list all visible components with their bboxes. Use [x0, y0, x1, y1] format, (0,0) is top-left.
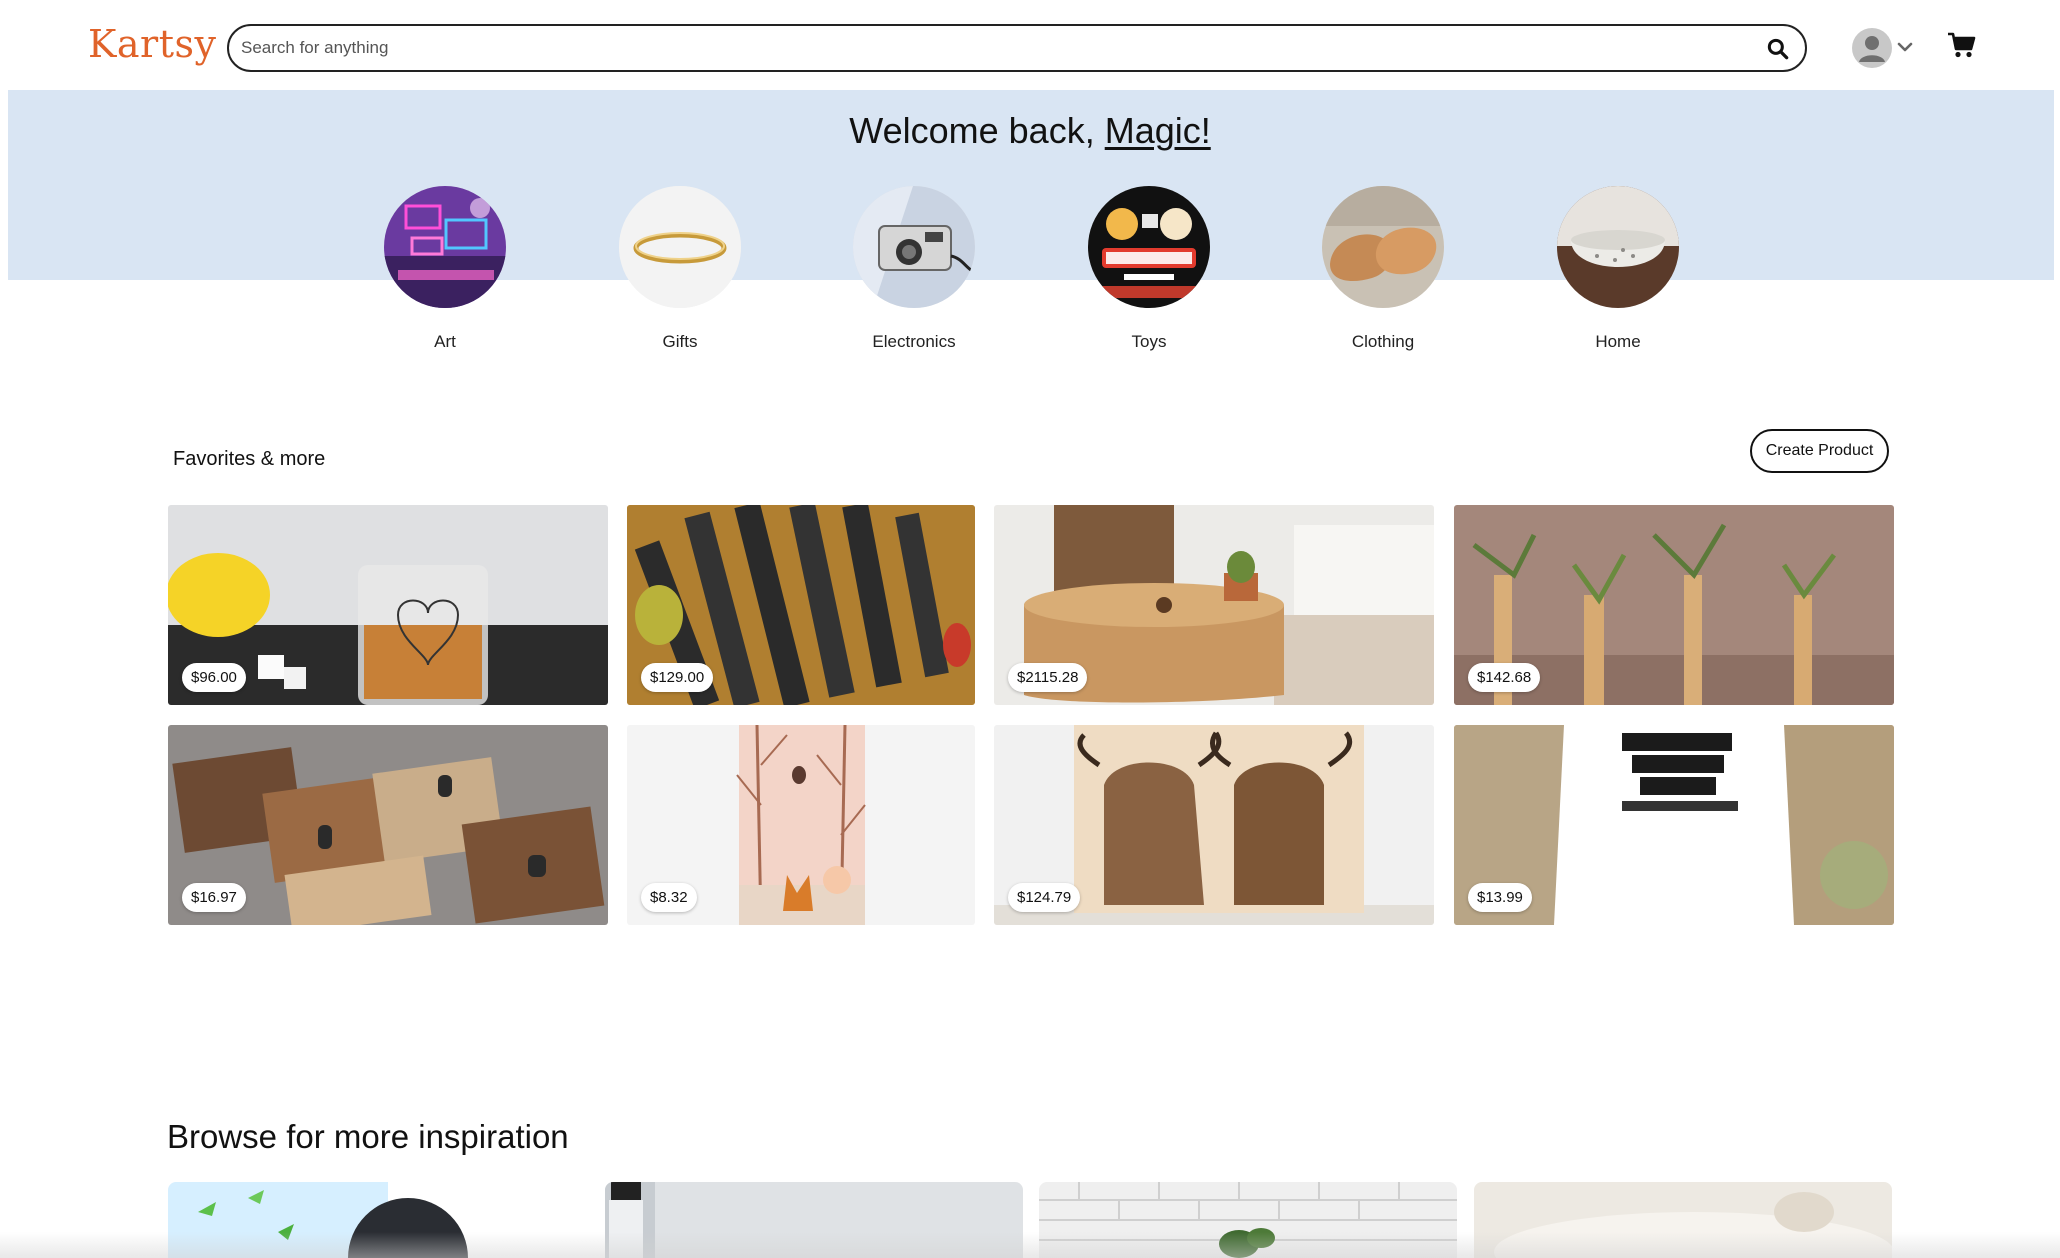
- category-label: Home: [1595, 332, 1641, 351]
- category-label: Art: [434, 332, 456, 351]
- profile-menu-button[interactable]: [1852, 28, 1914, 68]
- category-electronics-image: [853, 186, 975, 308]
- favorites-heading: Favorites & more: [173, 448, 326, 470]
- product-card[interactable]: $13.99: [1454, 725, 1894, 925]
- product-card[interactable]: $16.97: [168, 725, 608, 925]
- category-clothing[interactable]: Clothing: [1322, 186, 1444, 352]
- category-gifts-image: [619, 186, 741, 308]
- price-badge: $142.68: [1468, 663, 1541, 692]
- category-label: Electronics: [872, 332, 956, 351]
- inspiration-image: [168, 1182, 586, 1258]
- top-header: Kartsy: [0, 0, 2060, 92]
- welcome-heading: Welcome back, Magic!: [0, 110, 2060, 152]
- category-label: Clothing: [1351, 332, 1415, 351]
- category-home[interactable]: Home: [1557, 186, 1679, 352]
- product-card[interactable]: $96.00: [168, 505, 608, 705]
- price-badge: $16.97: [182, 883, 246, 912]
- browse-heading: Browse for more inspiration: [167, 1118, 569, 1155]
- category-clothing-image: [1322, 186, 1444, 308]
- user-avatar-icon: [1852, 28, 1892, 68]
- product-card[interactable]: $129.00: [627, 505, 975, 705]
- chevron-down-icon: [1897, 42, 1913, 52]
- inspiration-card[interactable]: [1039, 1182, 1457, 1258]
- create-product-button[interactable]: Create Product: [1750, 429, 1889, 473]
- category-art-image: [384, 186, 506, 308]
- price-badge: $96.00: [182, 663, 246, 692]
- product-card[interactable]: $142.68: [1454, 505, 1894, 705]
- inspiration-card[interactable]: [605, 1182, 1023, 1258]
- inspiration-card[interactable]: [1474, 1182, 1892, 1258]
- product-card[interactable]: $8.32: [627, 725, 975, 925]
- inspiration-image: [605, 1182, 1023, 1258]
- price-badge: $129.00: [641, 663, 714, 692]
- cart-icon[interactable]: [1946, 30, 1976, 60]
- price-badge: $13.99: [1468, 883, 1532, 912]
- site-logo[interactable]: Kartsy: [88, 22, 216, 66]
- price-badge: $124.79: [1008, 883, 1081, 912]
- category-toys-image: [1088, 186, 1210, 308]
- category-toys[interactable]: Toys: [1088, 186, 1210, 352]
- price-badge: $2115.28: [1008, 663, 1088, 692]
- search-bar: [227, 24, 1807, 72]
- search-icon[interactable]: [1765, 36, 1791, 62]
- price-badge: $8.32: [641, 883, 697, 912]
- inspiration-image: [1039, 1182, 1457, 1258]
- search-input[interactable]: [241, 34, 1741, 62]
- product-card[interactable]: $2115.28: [994, 505, 1434, 705]
- category-label: Gifts: [662, 332, 698, 351]
- category-art[interactable]: Art: [384, 186, 506, 352]
- product-card[interactable]: $124.79: [994, 725, 1434, 925]
- inspiration-card[interactable]: [168, 1182, 586, 1258]
- category-gifts[interactable]: Gifts: [619, 186, 741, 352]
- welcome-prefix: Welcome back,: [849, 110, 1105, 151]
- category-label: Toys: [1131, 332, 1167, 351]
- category-electronics[interactable]: Electronics: [853, 186, 975, 352]
- category-home-image: [1557, 186, 1679, 308]
- user-name-link[interactable]: Magic!: [1105, 110, 1211, 151]
- inspiration-image: [1474, 1182, 1892, 1258]
